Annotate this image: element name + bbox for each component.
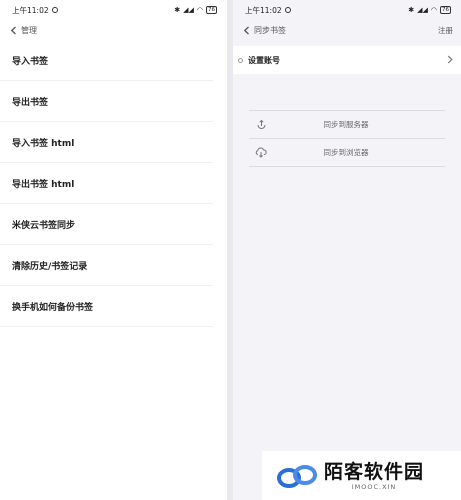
menu-item-import-bookmarks[interactable]: 导入书签 xyxy=(0,40,213,81)
shield-icon xyxy=(51,7,58,13)
nav-bar: 同步书签 注册 xyxy=(233,20,461,40)
nav-bar: 管理 xyxy=(0,20,227,40)
menu-item-label: 导入书签 html xyxy=(12,138,75,149)
menu-item-label: 米侠云书签同步 xyxy=(12,220,76,231)
back-icon[interactable] xyxy=(8,25,18,35)
bluetooth-icon: ✱ xyxy=(174,6,181,14)
signal-icon: ◢◢ xyxy=(183,6,194,14)
wifi-icon: ◠ xyxy=(196,6,203,14)
menu-item-label: 导入书签 xyxy=(12,56,49,67)
menu-item-label: 导出书签 html xyxy=(12,179,75,190)
page-title: 同步书签 xyxy=(254,25,286,35)
upload-icon xyxy=(255,119,267,131)
signal-icon: ◢◢ xyxy=(417,6,428,14)
watermark-title: 陌客软件园 xyxy=(324,460,425,483)
menu-item-import-html[interactable]: 导入书签 html xyxy=(0,122,213,163)
menu-item-export-html[interactable]: 导出书签 html xyxy=(0,163,213,204)
menu-item-cloud-sync[interactable]: 米侠云书签同步 xyxy=(0,204,213,245)
sync-options: 同步到服务器 同步到浏览器 xyxy=(249,110,445,167)
sync-to-server-button[interactable]: 同步到服务器 xyxy=(249,111,445,139)
chevron-right-icon xyxy=(447,55,453,66)
menu-item-export-bookmarks[interactable]: 导出书签 xyxy=(0,81,213,122)
register-button[interactable]: 注册 xyxy=(438,25,453,36)
sync-screen: 上午11:02 ✱ ◢◢ ◠ 76 同步书签 注册 设置账号 同步到服务器 同步… xyxy=(233,0,461,500)
page-title: 管理 xyxy=(21,25,37,35)
status-time: 上午11:02 xyxy=(12,5,49,15)
cloud-download-icon xyxy=(255,147,267,159)
menu-list: 导入书签 导出书签 导入书签 html 导出书签 html 米侠云书签同步 清除… xyxy=(0,40,227,327)
account-dot-icon xyxy=(238,57,243,63)
sync-to-server-label: 同步到服务器 xyxy=(323,120,369,129)
bluetooth-icon: ✱ xyxy=(408,6,415,14)
menu-item-label: 导出书签 xyxy=(12,97,49,108)
watermark-subtitle: IMOOC.XIN xyxy=(351,482,397,491)
site-watermark: 陌客软件园 IMOOC.XIN xyxy=(262,451,461,500)
menu-item-backup-guide[interactable]: 换手机如何备份书签 xyxy=(0,286,213,327)
menu-item-clear-history[interactable]: 清除历史/书签记录 xyxy=(0,245,213,286)
status-bar: 上午11:02 ✱ ◢◢ ◠ 76 xyxy=(0,0,227,20)
account-settings-row[interactable]: 设置账号 xyxy=(233,46,461,74)
wifi-icon: ◠ xyxy=(430,6,437,14)
sync-to-browser-button[interactable]: 同步到浏览器 xyxy=(249,139,445,167)
back-icon[interactable] xyxy=(241,25,251,35)
status-time: 上午11:02 xyxy=(245,5,282,15)
status-bar: 上午11:02 ✱ ◢◢ ◠ 76 xyxy=(233,0,461,20)
battery-icon: 76 xyxy=(440,6,451,14)
menu-item-label: 清除历史/书签记录 xyxy=(12,261,88,272)
site-logo-icon xyxy=(277,464,317,488)
account-label: 设置账号 xyxy=(248,55,280,65)
sync-to-browser-label: 同步到浏览器 xyxy=(323,148,369,157)
battery-icon: 76 xyxy=(206,6,217,14)
menu-item-label: 换手机如何备份书签 xyxy=(12,302,94,313)
shield-icon xyxy=(284,7,291,13)
manage-screen: 上午11:02 ✱ ◢◢ ◠ 76 管理 导入书签 导出书签 导入书签 html… xyxy=(0,0,227,500)
